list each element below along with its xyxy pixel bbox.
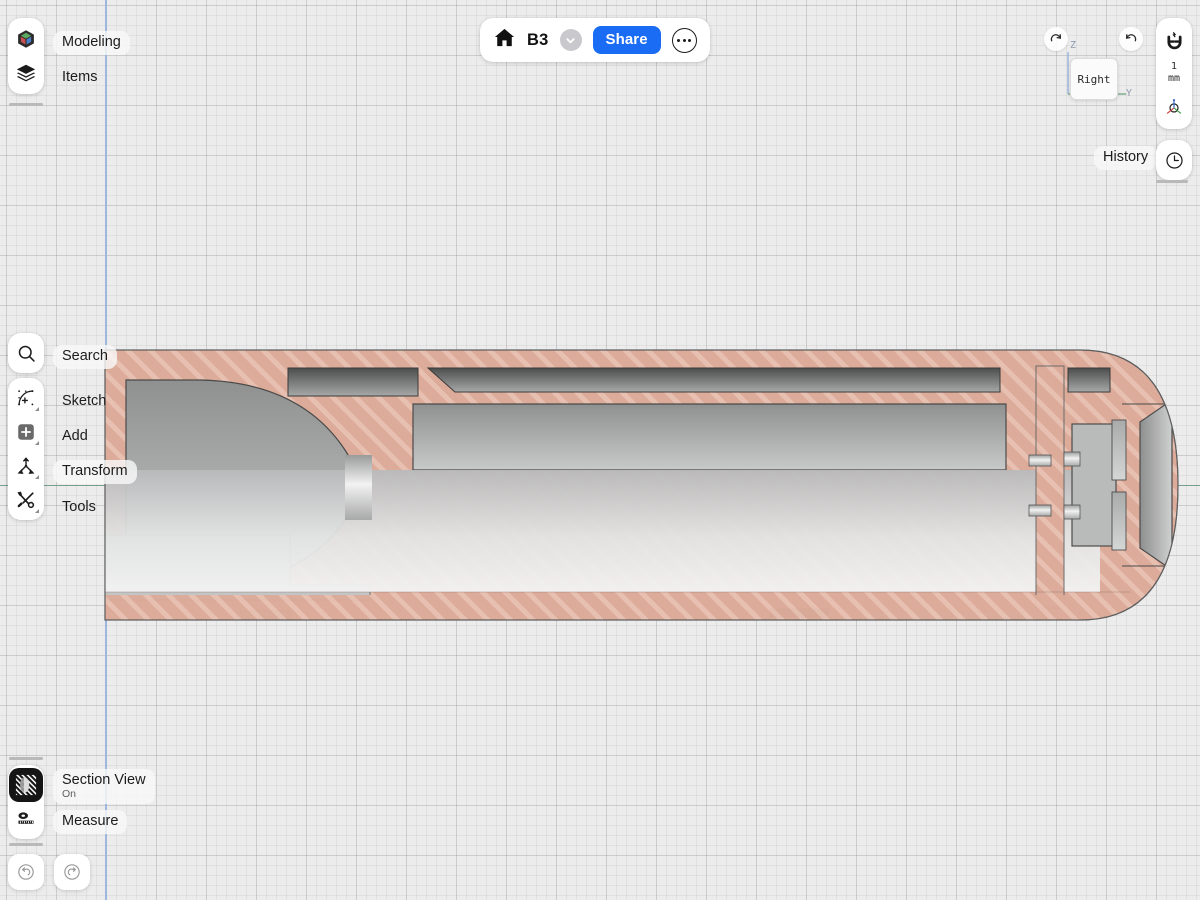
viewcube-face-label[interactable]: Right	[1070, 58, 1118, 100]
submenu-indicator	[35, 475, 39, 479]
left-bottom-panel-drag-handle[interactable]	[9, 757, 43, 760]
right-panel-drag-handle[interactable]	[1156, 180, 1188, 183]
section-view-model[interactable]	[0, 0, 1200, 900]
axis-orientation-icon[interactable]	[1157, 90, 1191, 124]
display-label-measure[interactable]: Measure	[53, 810, 128, 834]
unit-label: mm	[1167, 72, 1181, 84]
search-panel	[8, 333, 44, 373]
left-bottom-panel-drag-handle-2[interactable]	[9, 843, 43, 846]
chevron-down-icon[interactable]	[559, 29, 582, 51]
view-orientation-cube[interactable]: Z Y Right	[1060, 36, 1140, 116]
redo-circle-icon[interactable]	[54, 854, 90, 890]
document-title[interactable]: B3	[527, 31, 549, 50]
left-mode-panel-drag-handle[interactable]	[9, 103, 43, 106]
tool-label-add[interactable]: Add	[53, 425, 97, 449]
clock-icon[interactable]	[1157, 143, 1191, 177]
share-button[interactable]: Share	[592, 26, 661, 54]
right-toolbar: 1 mm	[1156, 18, 1192, 129]
wrench-screwdriver-icon[interactable]	[9, 483, 43, 517]
unit-display[interactable]: 1 mm	[1168, 57, 1180, 90]
magnet-icon[interactable]	[1157, 23, 1191, 57]
tape-measure-icon[interactable]	[9, 802, 43, 836]
search-icon[interactable]	[9, 336, 43, 370]
add-plus-icon[interactable]	[9, 415, 43, 449]
axis-y-label: Y	[1126, 88, 1133, 99]
cad-application-window: B3 Share Z Y Right 1 mm History Modeling…	[0, 0, 1200, 900]
display-label-section-view[interactable]: Section View On	[53, 769, 155, 804]
submenu-indicator	[35, 509, 39, 513]
section-view-state: On	[62, 787, 77, 800]
3d-viewport[interactable]	[0, 0, 1200, 900]
tools-panel	[8, 378, 44, 520]
left-mode-panel	[8, 18, 44, 94]
sidebar-item-items[interactable]	[9, 56, 43, 90]
display-panel	[8, 765, 44, 839]
sketch-curve-icon[interactable]	[9, 381, 43, 415]
sidebar-item-modeling[interactable]	[9, 22, 43, 56]
submenu-indicator	[35, 407, 39, 411]
history-button[interactable]	[1156, 140, 1192, 180]
sidebar-label-modeling[interactable]: Modeling	[53, 31, 130, 55]
unit-value: 1	[1170, 61, 1177, 72]
home-icon[interactable]	[493, 26, 516, 54]
document-toolbar: B3 Share	[480, 18, 710, 62]
search-label[interactable]: Search	[53, 345, 117, 369]
undo-circle-icon[interactable]	[8, 854, 44, 890]
transform-arrows-icon[interactable]	[9, 449, 43, 483]
tool-label-transform[interactable]: Transform	[53, 460, 137, 484]
sidebar-label-items[interactable]: Items	[53, 66, 106, 90]
submenu-indicator	[35, 441, 39, 445]
tool-label-tools[interactable]: Tools	[53, 496, 105, 520]
ellipsis-icon[interactable]	[671, 27, 697, 53]
section-view-icon[interactable]	[9, 768, 43, 802]
section-view-label: Section View	[62, 772, 146, 788]
history-label: History	[1094, 146, 1158, 170]
axis-z-label: Z	[1070, 40, 1077, 51]
tool-label-sketch[interactable]: Sketch	[53, 390, 115, 414]
